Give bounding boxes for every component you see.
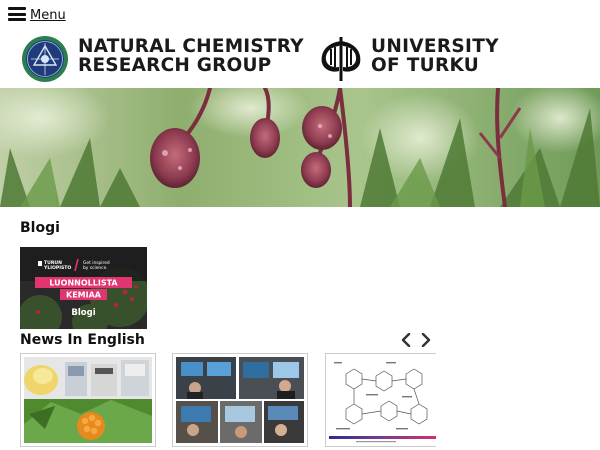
chevron-right-icon[interactable] xyxy=(420,333,432,347)
news-thumbnail-1[interactable] xyxy=(20,353,156,447)
university-emblem-logo[interactable] xyxy=(318,35,364,83)
blog-section-title: Blogi xyxy=(20,220,60,236)
news-thumbnail-3[interactable] xyxy=(325,353,436,447)
blog-card-caption: Blogi xyxy=(71,308,95,318)
news-thumbnail-2[interactable] xyxy=(172,353,308,447)
ncrg-wordmark[interactable]: NATURAL CHEMISTRY RESEARCH GROUP xyxy=(78,37,304,75)
ncrg-line-1: NATURAL CHEMISTRY xyxy=(78,36,304,57)
blog-card-banner-2: KEMIAA xyxy=(66,291,102,300)
hero-image xyxy=(0,88,600,207)
menu-toggle[interactable]: Menu xyxy=(8,4,66,24)
menu-label[interactable]: Menu xyxy=(30,9,66,23)
blog-card-brand-2: YLIOPISTO xyxy=(43,265,71,271)
hamburger-icon[interactable] xyxy=(8,7,26,21)
utu-line-2: OF TURKU xyxy=(371,55,480,76)
news-carousel-controls xyxy=(400,333,432,347)
blog-card[interactable]: TURUN YLIOPISTO Get inspired by science.… xyxy=(20,247,147,329)
utu-line-1: UNIVERSITY xyxy=(371,36,499,57)
utu-mini-logo xyxy=(38,261,42,266)
news-section-title: News In English xyxy=(20,332,145,348)
site-header: NATURAL CHEMISTRY RESEARCH GROUP UNIVERS… xyxy=(0,30,600,88)
ncrg-seal-logo[interactable] xyxy=(21,35,69,83)
blog-card-banner-1: LUONNOLLISTA xyxy=(49,279,118,288)
ncrg-line-2: RESEARCH GROUP xyxy=(78,55,272,76)
chevron-left-icon[interactable] xyxy=(400,333,412,347)
university-wordmark[interactable]: UNIVERSITY OF TURKU xyxy=(371,37,499,75)
blog-card-tagline-2: by science. xyxy=(83,265,108,271)
